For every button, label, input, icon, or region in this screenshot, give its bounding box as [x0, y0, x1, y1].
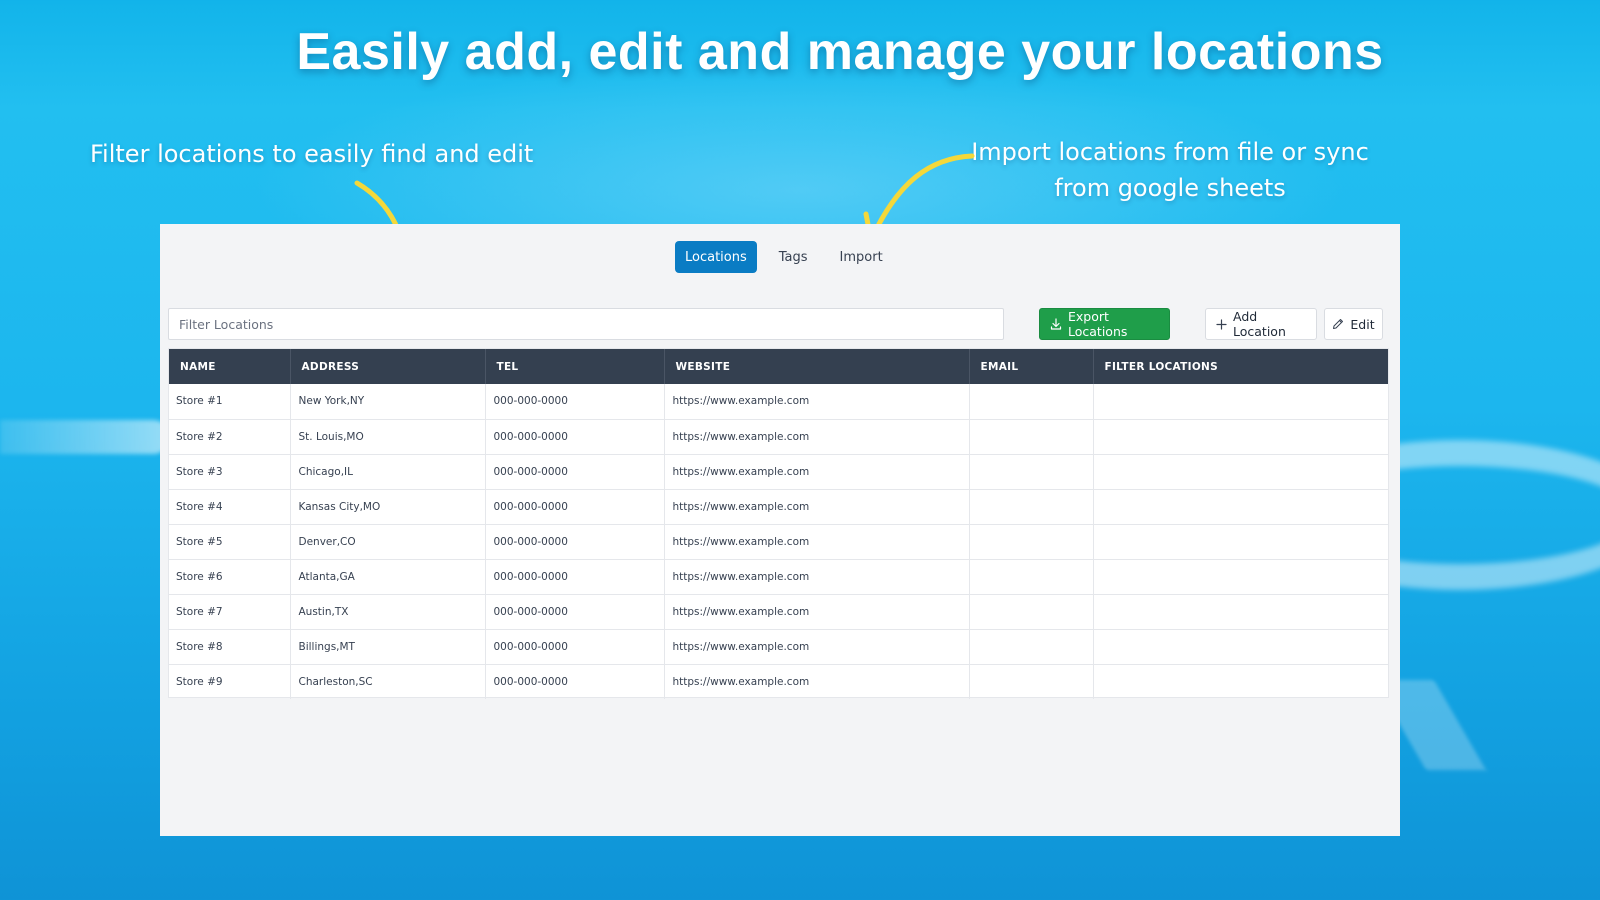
- add-location-button[interactable]: Add Location: [1205, 308, 1317, 340]
- cell-website: https://www.example.com: [664, 384, 970, 419]
- cell-name: Store #1: [169, 384, 291, 419]
- table-row[interactable]: Store #8 Billings,MT 000-000-0000 https://w…: [169, 628, 1388, 664]
- cell-name: Store #8: [169, 628, 291, 664]
- table-row[interactable]: Store #3 Chicago,IL 000-000-0000 https://ww…: [169, 453, 1388, 489]
- locations-table: NAME ADDRESS TEL WEBSITE EMAIL FILTER LO…: [168, 348, 1389, 699]
- cell-tel: 000-000-0000: [485, 418, 665, 454]
- app-window: Locations Tags Import Export Locations A…: [160, 224, 1400, 836]
- cell-email: [969, 628, 1094, 664]
- cell-filter-locations: [1093, 558, 1388, 594]
- table-row[interactable]: Store #6 Atlanta,GA 000-000-0000 https://ww…: [169, 558, 1388, 594]
- column-header-website[interactable]: WEBSITE: [664, 349, 970, 384]
- column-header-tel[interactable]: TEL: [485, 349, 665, 384]
- table-row[interactable]: Store #1 New York,NY 000-000-0000 https://w…: [169, 384, 1388, 419]
- table-row[interactable]: Store #4 Kansas City,MO 000-000-0000 https:…: [169, 488, 1388, 524]
- cell-address: Kansas City,MO: [290, 488, 486, 524]
- cell-name: Store #2: [169, 418, 291, 454]
- table-row[interactable]: Store #5 Denver,CO 000-000-0000 https://www…: [169, 523, 1388, 559]
- table-header-row: NAME ADDRESS TEL WEBSITE EMAIL FILTER LO…: [169, 349, 1388, 384]
- edit-button[interactable]: Edit: [1324, 308, 1383, 340]
- table-body: Store #1 New York,NY 000-000-0000 https://w…: [169, 384, 1388, 699]
- cell-name: Store #7: [169, 593, 291, 629]
- page-headline: Easily add, edit and manage your locatio…: [296, 23, 1384, 81]
- cell-email: [969, 488, 1094, 524]
- cell-email: [969, 663, 1094, 699]
- filter-callout: Filter locations to easily find and edit: [90, 140, 534, 168]
- cell-email: [969, 523, 1094, 559]
- cell-filter-locations: [1093, 488, 1388, 524]
- cell-filter-locations: [1093, 628, 1388, 664]
- cell-name: Store #5: [169, 523, 291, 559]
- cell-address: Billings,MT: [290, 628, 486, 664]
- cell-tel: 000-000-0000: [485, 384, 665, 419]
- cell-filter-locations: [1093, 663, 1388, 699]
- cell-tel: 000-000-0000: [485, 453, 665, 489]
- cell-website: https://www.example.com: [664, 558, 970, 594]
- tab-bar: Locations Tags Import: [675, 241, 893, 273]
- pencil-icon: [1333, 319, 1344, 329]
- export-locations-label: Export Locations: [1068, 309, 1128, 339]
- add-location-label: Add Location: [1233, 309, 1286, 339]
- cell-website: https://www.example.com: [664, 628, 970, 664]
- cell-website: https://www.example.com: [664, 523, 970, 559]
- column-header-filter-locations[interactable]: FILTER LOCATIONS: [1093, 349, 1388, 384]
- cell-website: https://www.example.com: [664, 453, 970, 489]
- cell-filter-locations: [1093, 453, 1388, 489]
- cell-tel: 000-000-0000: [485, 593, 665, 629]
- table-row[interactable]: Store #9 Charleston,SC 000-000-0000 https:/…: [169, 663, 1388, 699]
- cell-tel: 000-000-0000: [485, 488, 665, 524]
- cell-website: https://www.example.com: [664, 488, 970, 524]
- cell-filter-locations: [1093, 384, 1388, 419]
- import-callout: Import locations from file or sync from …: [960, 134, 1380, 206]
- cell-tel: 000-000-0000: [485, 558, 665, 594]
- cell-email: [969, 384, 1094, 419]
- download-icon: [1050, 318, 1062, 330]
- tab-tags[interactable]: Tags: [769, 241, 818, 273]
- cell-name: Store #9: [169, 663, 291, 699]
- cell-address: Denver,CO: [290, 523, 486, 559]
- column-header-name[interactable]: NAME: [169, 349, 291, 384]
- cell-tel: 000-000-0000: [485, 628, 665, 664]
- cell-filter-locations: [1093, 523, 1388, 559]
- cell-filter-locations: [1093, 418, 1388, 454]
- table-row[interactable]: Store #2 St. Louis,MO 000-000-0000 https://…: [169, 418, 1388, 454]
- cell-address: Austin,TX: [290, 593, 486, 629]
- cell-email: [969, 558, 1094, 594]
- cell-address: New York,NY: [290, 384, 486, 419]
- cell-name: Store #3: [169, 453, 291, 489]
- cell-address: Atlanta,GA: [290, 558, 486, 594]
- cell-website: https://www.example.com: [664, 593, 970, 629]
- tab-import[interactable]: Import: [830, 241, 893, 273]
- cell-address: Charleston,SC: [290, 663, 486, 699]
- cell-email: [969, 593, 1094, 629]
- import-callout-line-2: from google sheets: [1054, 174, 1286, 202]
- table-row[interactable]: Store #7 Austin,TX 000-000-0000 https://www…: [169, 593, 1388, 629]
- cell-filter-locations: [1093, 593, 1388, 629]
- export-locations-button[interactable]: Export Locations: [1039, 308, 1170, 340]
- cell-email: [969, 418, 1094, 454]
- cell-email: [969, 453, 1094, 489]
- edit-label: Edit: [1350, 316, 1375, 332]
- import-callout-line-1: Import locations from file or sync: [971, 138, 1369, 166]
- cell-name: Store #6: [169, 558, 291, 594]
- cell-name: Store #4: [169, 488, 291, 524]
- cell-tel: 000-000-0000: [485, 523, 665, 559]
- filter-locations-input[interactable]: [168, 308, 1004, 340]
- column-header-address[interactable]: ADDRESS: [290, 349, 486, 384]
- column-header-email[interactable]: EMAIL: [969, 349, 1094, 384]
- background-band: [0, 420, 170, 454]
- cell-tel: 000-000-0000: [485, 663, 665, 699]
- cell-address: Chicago,IL: [290, 453, 486, 489]
- cell-website: https://www.example.com: [664, 418, 970, 454]
- tab-locations[interactable]: Locations: [675, 241, 757, 273]
- cell-website: https://www.example.com: [664, 663, 970, 699]
- cell-address: St. Louis,MO: [290, 418, 486, 454]
- plus-icon: [1216, 318, 1227, 330]
